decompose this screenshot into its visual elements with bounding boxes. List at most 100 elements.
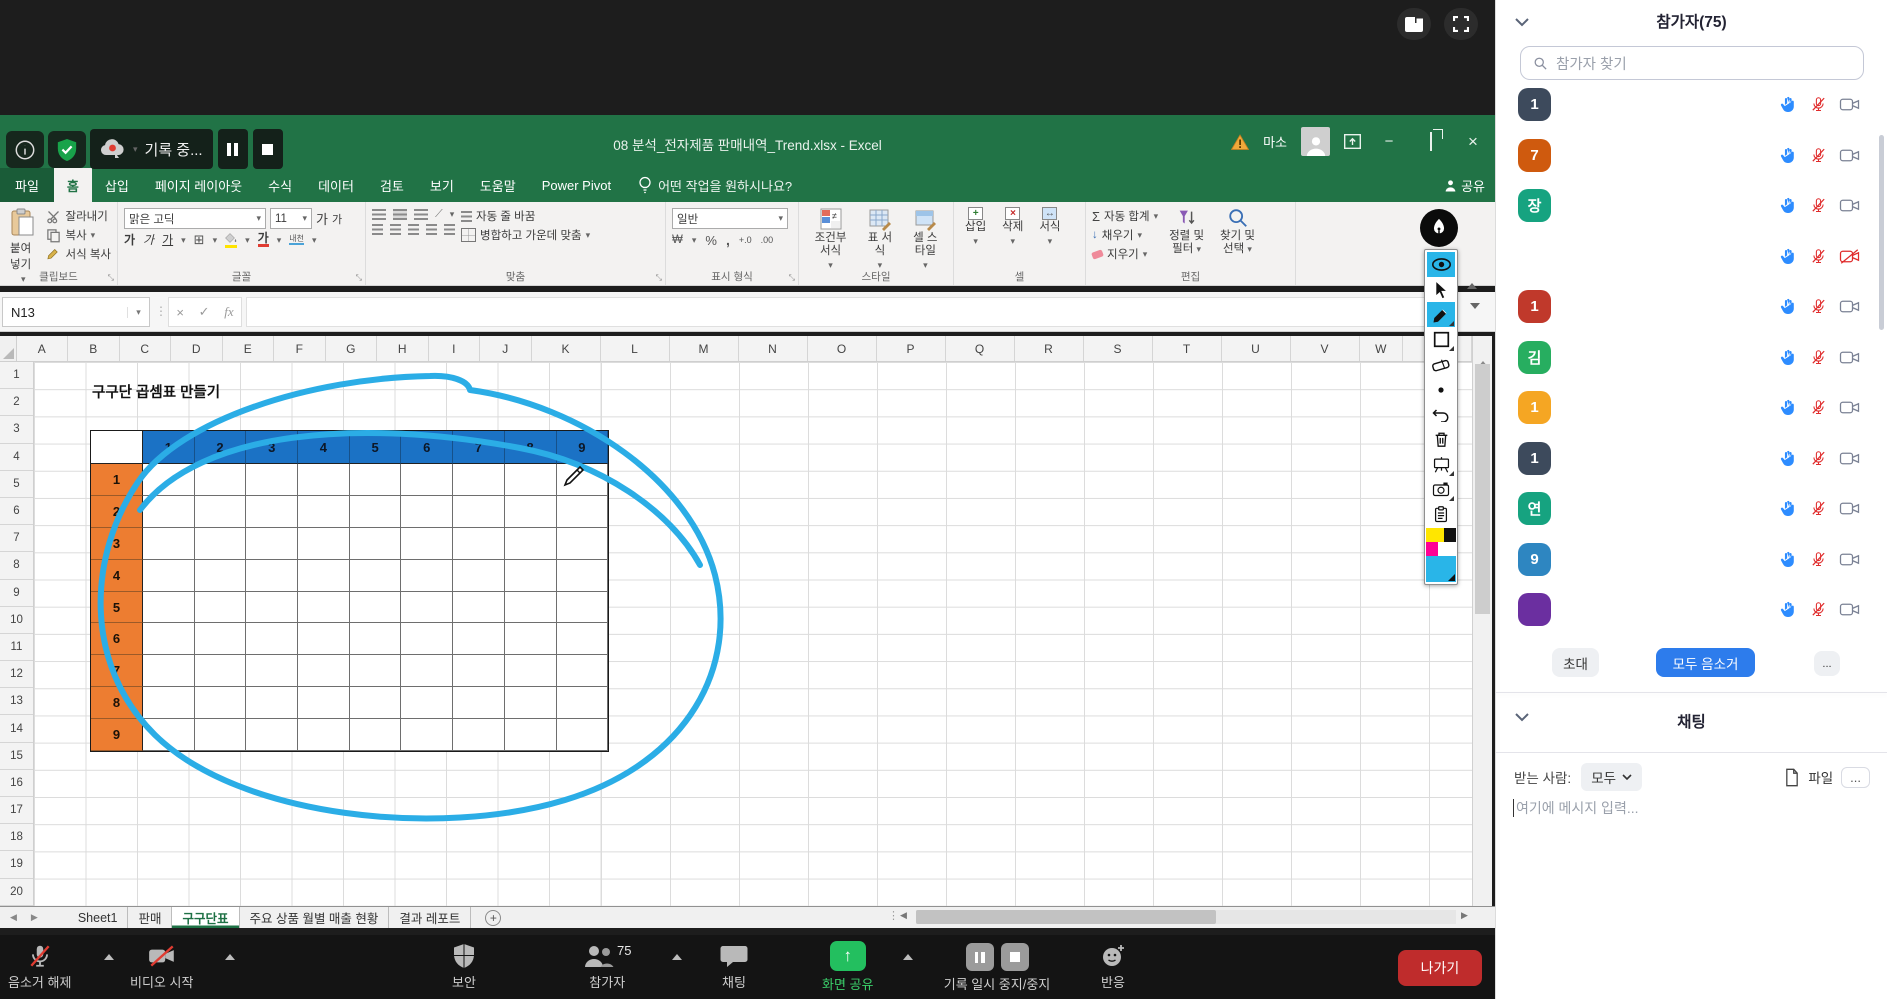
participant-row[interactable]: 1 xyxy=(1496,391,1887,424)
find-select-button[interactable]: 찾기 및선택 ▾ xyxy=(1215,206,1260,257)
increase-decimal-button[interactable]: +.0 xyxy=(739,235,752,245)
table-col-header[interactable]: 1 xyxy=(143,431,195,464)
color-black[interactable] xyxy=(1444,528,1456,542)
participants-scrollbar[interactable] xyxy=(1879,135,1884,330)
orientation-button[interactable]: ⟋ xyxy=(435,208,443,221)
column-header[interactable]: E xyxy=(223,336,275,361)
table-col-header[interactable]: 7 xyxy=(453,431,505,464)
screenshot-tool-icon[interactable] xyxy=(1427,477,1455,502)
ribbon-tab[interactable]: 보기 xyxy=(417,168,467,202)
row-header[interactable]: 5 xyxy=(0,471,33,498)
participant-row[interactable]: 9 xyxy=(1496,543,1887,576)
participant-row[interactable]: 김 xyxy=(1496,341,1887,374)
ribbon-tab[interactable]: 데이터 xyxy=(305,168,367,202)
ribbon-display-options-icon[interactable] xyxy=(1344,134,1361,149)
security-button[interactable]: 보안 xyxy=(452,943,476,991)
row-header[interactable]: 1 xyxy=(0,362,33,389)
info-icon[interactable] xyxy=(6,131,44,168)
reactions-button[interactable]: 반응 xyxy=(1100,943,1126,991)
name-box[interactable]: N13 ▾ xyxy=(2,297,150,327)
conditional-formatting-button[interactable]: ≠ 조건부 서식▾ xyxy=(805,206,856,273)
column-header[interactable]: B xyxy=(68,336,120,361)
participants-options-caret[interactable] xyxy=(672,954,682,960)
row-header[interactable]: 12 xyxy=(0,661,33,688)
scroll-up-icon[interactable] xyxy=(1478,344,1488,362)
column-header[interactable]: C xyxy=(120,336,172,361)
align-top-icon[interactable] xyxy=(372,209,386,220)
dialog-launcher[interactable]: ⤡ xyxy=(356,273,362,283)
table-row-header[interactable]: 8 xyxy=(91,687,143,719)
mute-all-button[interactable]: 모두 음소거 xyxy=(1656,648,1755,677)
row-header[interactable]: 15 xyxy=(0,743,33,770)
video-button[interactable]: 비디오 시작 xyxy=(130,943,193,991)
column-header[interactable]: A xyxy=(17,336,69,361)
add-sheet-icon[interactable]: + xyxy=(485,910,501,926)
column-header[interactable]: F xyxy=(274,336,326,361)
row-header[interactable]: 6 xyxy=(0,498,33,525)
table-row-header[interactable]: 1 xyxy=(91,464,143,496)
excel-share-button[interactable]: 공유 xyxy=(1444,168,1485,202)
column-header[interactable]: I xyxy=(429,336,481,361)
whiteboard-tool-icon[interactable] xyxy=(1427,452,1455,477)
column-header[interactable]: P xyxy=(877,336,946,361)
clipboard-tool-icon[interactable] xyxy=(1427,502,1455,527)
table-row-header[interactable]: 9 xyxy=(91,719,143,751)
chat-message-input[interactable]: 여기에 메시지 입력... xyxy=(1513,798,1639,818)
percent-button[interactable]: % xyxy=(705,233,717,248)
column-header[interactable]: O xyxy=(808,336,877,361)
next-sheet-icon[interactable]: ▶ xyxy=(31,912,38,923)
row-header[interactable]: 4 xyxy=(0,444,33,471)
confirm-entry-icon[interactable]: ✓ xyxy=(199,304,210,320)
participant-row[interactable]: 7 xyxy=(1496,139,1887,172)
font-size-select[interactable]: 11▾ xyxy=(270,208,312,229)
pause-record-icon[interactable] xyxy=(966,943,994,971)
participant-row[interactable]: 1 xyxy=(1496,290,1887,323)
column-header[interactable]: S xyxy=(1084,336,1153,361)
ribbon-tab[interactable]: 파일 xyxy=(0,168,54,202)
table-row-header[interactable]: 6 xyxy=(91,623,143,655)
invite-button[interactable]: 초대 xyxy=(1552,648,1599,677)
borders-button[interactable]: ⊞ xyxy=(194,232,205,248)
participant-row[interactable]: 1 xyxy=(1496,442,1887,475)
layout-icon[interactable] xyxy=(1397,8,1431,40)
pen-tool-launcher-icon[interactable] xyxy=(1420,209,1458,247)
mute-button[interactable]: 음소거 해제 xyxy=(8,943,71,991)
column-header[interactable]: Q xyxy=(946,336,1015,361)
delete-cells-button[interactable]: × 삭제▾ xyxy=(997,206,1028,249)
align-right-icon[interactable] xyxy=(408,224,419,235)
phonetic-button[interactable]: 내천 xyxy=(289,235,304,245)
hscroll-left-icon[interactable]: ◀ xyxy=(900,910,907,921)
sheet-tab[interactable]: Sheet1 xyxy=(68,907,129,928)
fullscreen-icon[interactable] xyxy=(1444,8,1478,40)
wrap-text-button[interactable]: 자동 줄 바꿈 xyxy=(461,208,590,224)
eraser-tool-icon[interactable] xyxy=(1427,352,1455,377)
participant-search-input[interactable]: 참가자 찾기 xyxy=(1520,46,1864,80)
cancel-entry-icon[interactable]: × xyxy=(176,305,184,320)
align-middle-icon[interactable] xyxy=(393,209,407,220)
horizontal-scrollbar[interactable] xyxy=(916,910,1456,924)
table-row-header[interactable]: 5 xyxy=(91,592,143,624)
row-header[interactable]: 16 xyxy=(0,770,33,797)
participant-row[interactable]: 장 xyxy=(1496,189,1887,222)
horizontal-scroll-thumb[interactable] xyxy=(916,910,1216,924)
color-palette[interactable] xyxy=(1426,528,1456,582)
comma-button[interactable]: , xyxy=(726,232,730,248)
row-header[interactable]: 11 xyxy=(0,634,33,661)
autosum-button[interactable]: Σ자동 합계▾ xyxy=(1092,208,1158,224)
row-header[interactable]: 19 xyxy=(0,851,33,878)
align-left-icon[interactable] xyxy=(372,224,383,235)
participant-row[interactable]: 1 xyxy=(1496,88,1887,121)
column-header[interactable]: L xyxy=(601,336,670,361)
tell-me-box[interactable]: 어떤 작업을 원하시나요? xyxy=(638,168,792,202)
column-header[interactable]: U xyxy=(1222,336,1291,361)
participants-button[interactable]: 75 참가자 xyxy=(583,943,631,991)
accounting-format-button[interactable]: ₩ xyxy=(672,234,683,246)
stop-record-icon[interactable] xyxy=(1001,943,1029,971)
color-cyan-current[interactable] xyxy=(1426,556,1456,582)
account-avatar[interactable] xyxy=(1301,127,1330,156)
color-magenta[interactable] xyxy=(1426,542,1438,556)
ribbon-tab[interactable]: 페이지 레이아웃 xyxy=(142,168,255,202)
table-col-header[interactable]: 8 xyxy=(505,431,557,464)
insert-function-icon[interactable]: fx xyxy=(224,304,233,320)
chat-more-button[interactable]: ... xyxy=(1841,767,1870,788)
